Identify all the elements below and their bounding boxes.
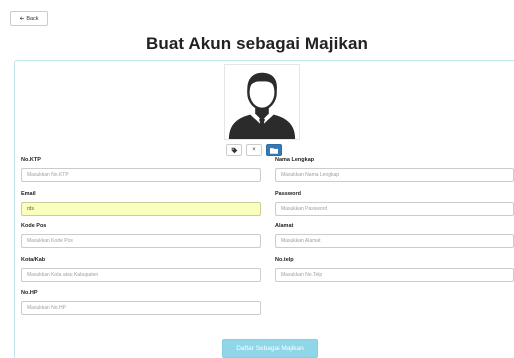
- email-field[interactable]: [21, 202, 261, 216]
- register-employer-button[interactable]: Daftar Sebagai Majikan: [222, 339, 318, 358]
- back-button[interactable]: 🡨 Back: [10, 11, 48, 26]
- close-icon: ×: [252, 147, 256, 153]
- page-title: Buat Akun sebagai Majikan: [146, 34, 368, 53]
- no-hp-label: No.HP: [21, 290, 38, 296]
- remove-photo-button[interactable]: ×: [246, 144, 262, 156]
- nama-lengkap-label: Nama Lengkap: [275, 157, 315, 163]
- no-ktp-label: No.KTP: [21, 157, 41, 163]
- kode-pos-field[interactable]: [21, 234, 261, 248]
- kota-kab-label: Kota/Kab: [21, 257, 46, 263]
- photo-tools: ×: [226, 144, 282, 156]
- kode-pos-label: Kode Pos: [21, 223, 47, 229]
- no-telp-label: No.telp: [275, 257, 294, 263]
- no-hp-field[interactable]: [21, 301, 261, 315]
- user-avatar-icon: [225, 65, 299, 139]
- password-label: Password: [275, 191, 301, 197]
- email-label: Email: [21, 191, 36, 197]
- alamat-label: Alamat: [275, 223, 294, 229]
- tag-button[interactable]: [226, 144, 242, 156]
- folder-icon: [270, 147, 278, 154]
- upload-photo-button[interactable]: [266, 144, 282, 156]
- password-field[interactable]: [275, 202, 514, 216]
- kota-kab-field[interactable]: [21, 268, 261, 282]
- nama-lengkap-field[interactable]: [275, 168, 514, 182]
- back-button-label: Back: [26, 15, 39, 22]
- tag-icon: [231, 147, 237, 153]
- alamat-field[interactable]: [275, 234, 514, 248]
- arrow-left-icon: 🡨: [19, 15, 25, 22]
- no-ktp-field[interactable]: [21, 168, 261, 182]
- profile-photo: [224, 64, 300, 140]
- no-telp-field[interactable]: [275, 268, 514, 282]
